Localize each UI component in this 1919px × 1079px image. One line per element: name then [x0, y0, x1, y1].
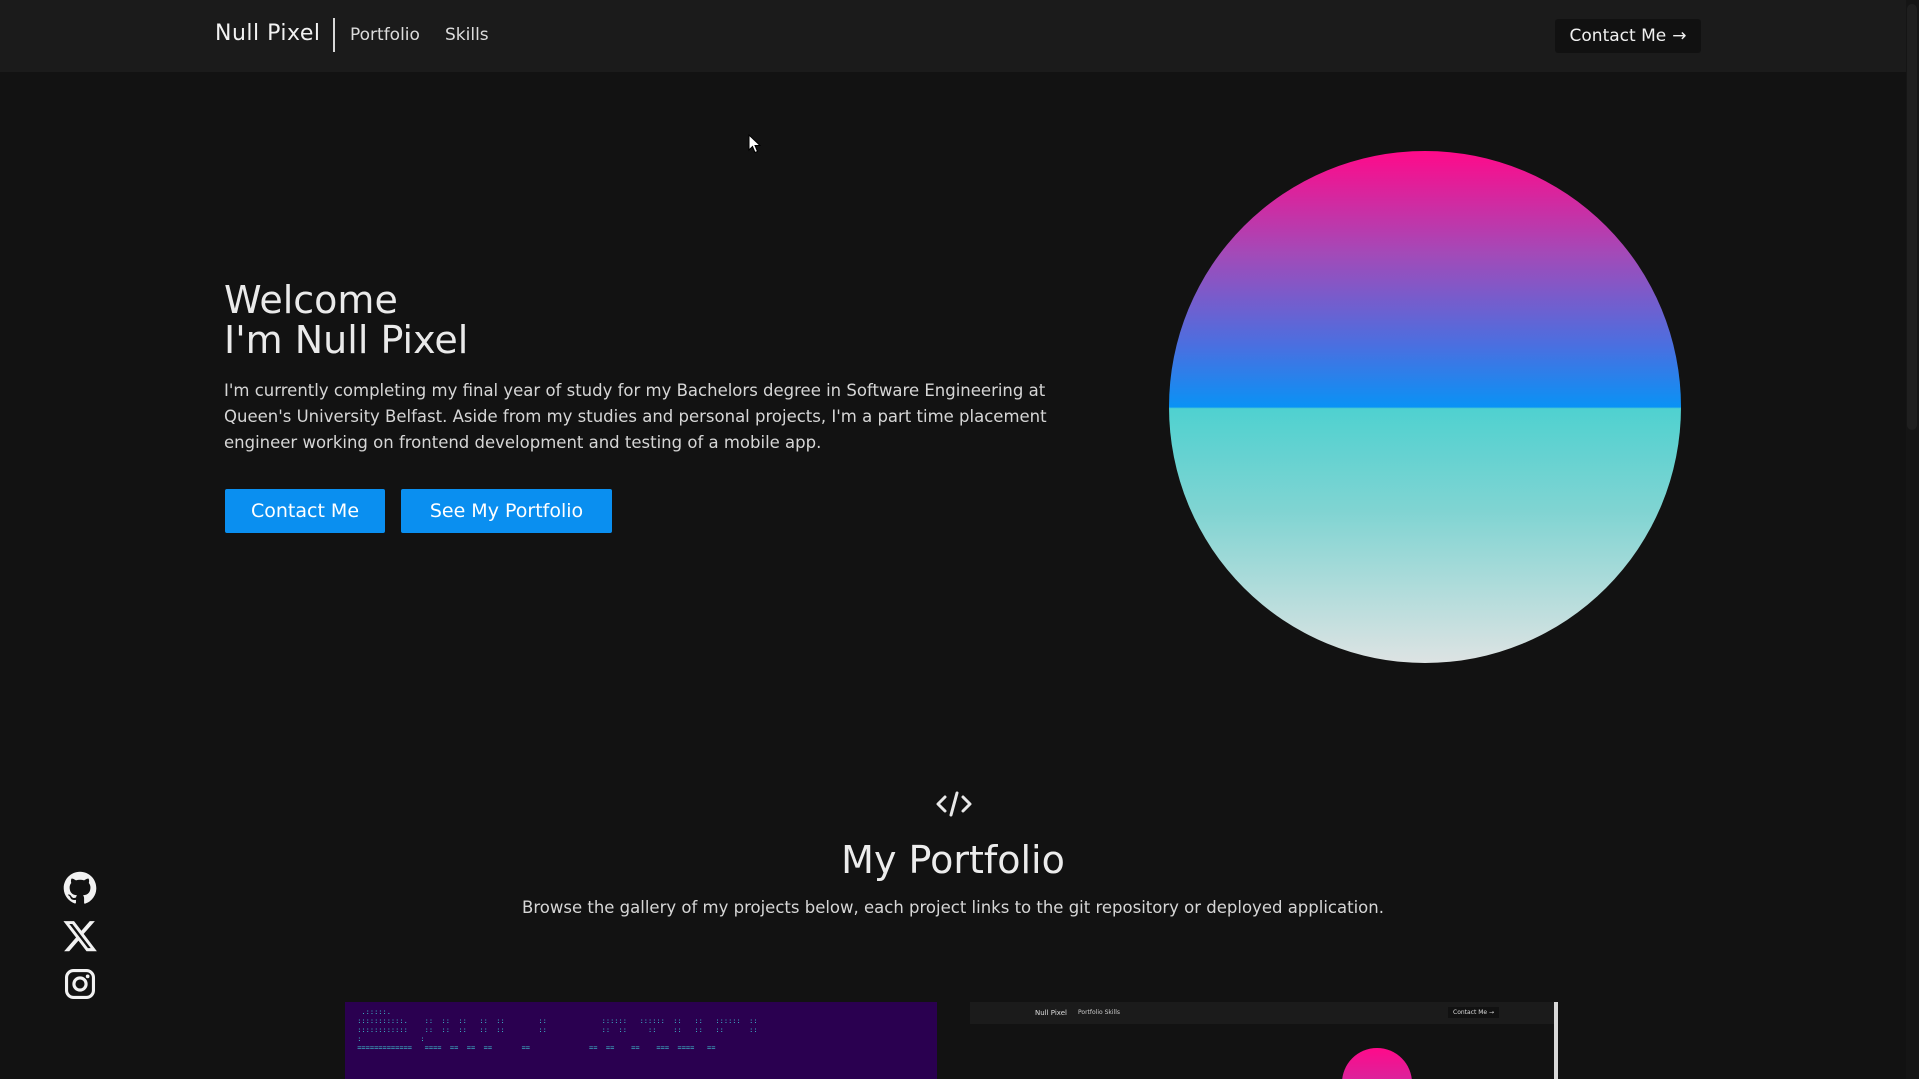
brand-divider — [333, 18, 335, 52]
portfolio-subtitle: Browse the gallery of my projects below,… — [522, 898, 1384, 917]
github-icon[interactable] — [63, 871, 97, 905]
project-thumbnail-1[interactable]: .:::::. :::::::::::. :: :: :: :: :: :: :… — [345, 1002, 937, 1079]
instagram-icon[interactable] — [63, 967, 97, 1001]
navbar: Null Pixel Portfolio Skills Contact Me → — [0, 0, 1906, 72]
nav-link-portfolio[interactable]: Portfolio — [350, 25, 420, 45]
hero-description: I'm currently completing my final year o… — [224, 381, 1047, 452]
nav-contact-button[interactable]: Contact Me → — [1555, 19, 1701, 53]
project-thumbnail-2[interactable]: Null Pixel Portfolio Skills Contact Me → — [970, 1002, 1558, 1079]
gradient-orb — [1169, 151, 1681, 663]
hero-title-line1: Welcome — [224, 278, 398, 322]
hero-title-line2: I'm Null Pixel — [224, 318, 469, 362]
code-icon — [936, 791, 972, 817]
mouse-cursor-icon — [748, 134, 762, 154]
mini-links: Portfolio Skills — [1078, 1009, 1120, 1016]
nav-link-skills[interactable]: Skills — [445, 25, 489, 45]
x-icon[interactable] — [63, 919, 97, 953]
contact-me-button[interactable]: Contact Me — [225, 489, 385, 533]
mini-gradient-orb — [1342, 1048, 1412, 1079]
mini-contact: Contact Me → — [1448, 1007, 1500, 1018]
arrow-right-icon: → — [1672, 26, 1687, 46]
mini-navbar: Null Pixel Portfolio Skills Contact Me → — [970, 1002, 1554, 1024]
nav-contact-label: Contact Me — [1569, 26, 1667, 46]
portfolio-title: My Portfolio — [841, 838, 1065, 882]
brand-logo[interactable]: Null Pixel — [215, 21, 321, 46]
see-portfolio-button[interactable]: See My Portfolio — [401, 489, 612, 533]
scrollbar-thumb[interactable] — [1907, 4, 1917, 430]
hero-title: Welcome I'm Null Pixel — [224, 280, 468, 360]
ascii-art-preview: .:::::. :::::::::::. :: :: :: :: :: :: :… — [357, 1008, 758, 1052]
mini-brand: Null Pixel — [1035, 1009, 1067, 1017]
